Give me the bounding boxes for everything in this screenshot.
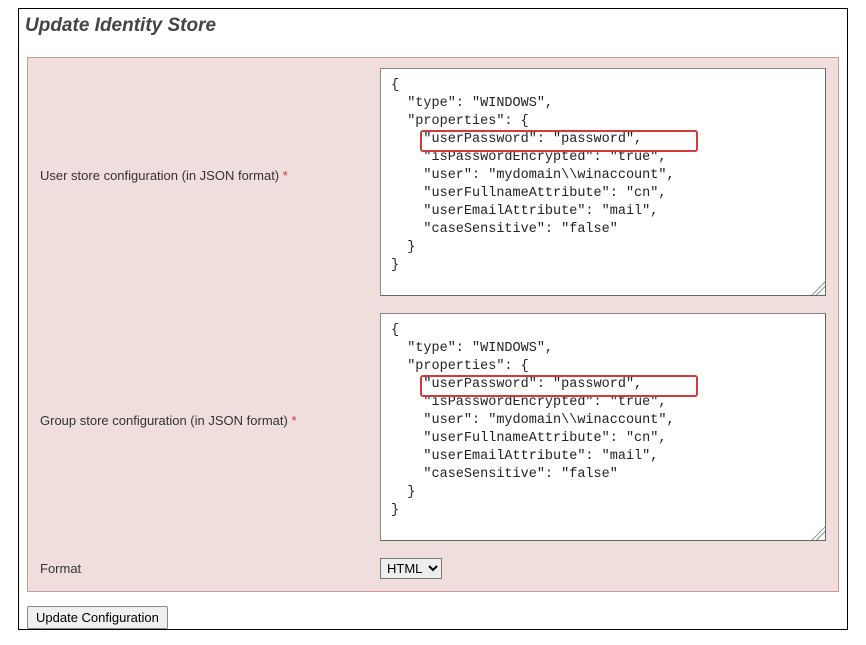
user-store-textarea[interactable] bbox=[380, 68, 826, 296]
group-store-row: Group store configuration (in JSON forma… bbox=[40, 313, 826, 544]
page-frame: Update Identity Store User store configu… bbox=[18, 8, 848, 630]
page-title: Update Identity Store bbox=[25, 15, 847, 37]
format-select[interactable]: HTML bbox=[380, 558, 442, 579]
user-store-textarea-wrap bbox=[380, 68, 826, 299]
update-configuration-button[interactable]: Update Configuration bbox=[27, 606, 168, 629]
user-store-row: User store configuration (in JSON format… bbox=[40, 68, 826, 299]
user-store-label-text: User store configuration (in JSON format… bbox=[40, 168, 279, 183]
group-store-textarea-wrap bbox=[380, 313, 826, 544]
format-row: Format HTML bbox=[40, 558, 826, 579]
user-store-label: User store configuration (in JSON format… bbox=[40, 68, 380, 183]
group-store-textarea[interactable] bbox=[380, 313, 826, 541]
required-mark: * bbox=[291, 413, 296, 428]
required-mark: * bbox=[283, 168, 288, 183]
form-panel: User store configuration (in JSON format… bbox=[27, 57, 839, 592]
format-label: Format bbox=[40, 561, 380, 576]
group-store-label: Group store configuration (in JSON forma… bbox=[40, 313, 380, 428]
group-store-label-text: Group store configuration (in JSON forma… bbox=[40, 413, 288, 428]
